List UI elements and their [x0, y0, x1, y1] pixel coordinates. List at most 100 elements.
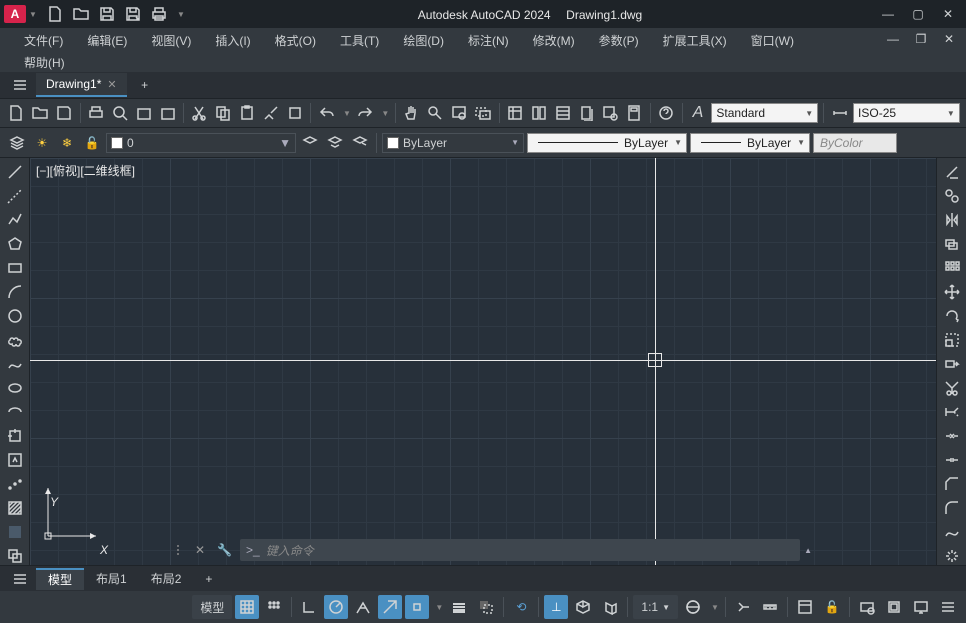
design-center-icon[interactable] [528, 102, 549, 124]
qat-arrow[interactable]: ▼ [176, 5, 186, 23]
layer-on-icon[interactable]: ☀ [31, 132, 53, 154]
explode-icon[interactable] [941, 546, 963, 565]
publish-dwf-icon[interactable] [157, 102, 178, 124]
gradient-icon[interactable] [4, 522, 26, 542]
command-drag-handle[interactable] [175, 539, 187, 561]
anno-scale-button[interactable]: 1:1 ▼ [633, 595, 678, 619]
layer-freeze-icon[interactable]: ❄ [56, 132, 78, 154]
new-icon[interactable] [44, 3, 66, 25]
offset-icon[interactable] [941, 234, 963, 254]
lineweight-combo[interactable]: ByLayer ▼ [690, 133, 810, 153]
doc-close-button[interactable]: ✕ [936, 28, 962, 50]
erase-icon[interactable] [941, 162, 963, 182]
circle-icon[interactable] [4, 306, 26, 326]
menu-view[interactable]: 视图(V) [139, 29, 203, 52]
maximize-button[interactable]: ▢ [904, 3, 932, 25]
lwt-toggle-icon[interactable] [447, 595, 471, 619]
make-block-icon[interactable] [4, 450, 26, 470]
new-file-icon[interactable] [6, 102, 27, 124]
command-config-icon[interactable]: 🔧 [213, 543, 236, 557]
app-logo[interactable]: A [4, 5, 26, 23]
anno-monitor-icon[interactable] [731, 595, 755, 619]
doc-minimize-button[interactable]: — [880, 28, 906, 50]
menu-express[interactable]: 扩展工具(X) [651, 29, 739, 52]
isodraft-icon[interactable] [351, 595, 375, 619]
doc-restore-button[interactable]: ❐ [908, 28, 934, 50]
menu-draw[interactable]: 绘图(D) [391, 29, 456, 52]
rectangle-icon[interactable] [4, 258, 26, 278]
ellipse-arc-icon[interactable] [4, 402, 26, 422]
workspace-arrow[interactable]: ▼ [710, 598, 720, 616]
publish-icon[interactable] [133, 102, 154, 124]
menu-format[interactable]: 格式(O) [263, 29, 328, 52]
app-menu-arrow[interactable]: ▼ [28, 5, 38, 23]
command-history-arrow[interactable]: ▲ [804, 546, 812, 555]
menu-dim[interactable]: 标注(N) [456, 29, 521, 52]
save-file-icon[interactable] [54, 102, 75, 124]
saveas-icon[interactable] [122, 3, 144, 25]
isolate-icon[interactable] [855, 595, 879, 619]
open-file-icon[interactable] [30, 102, 51, 124]
hardware-accel-icon[interactable] [882, 595, 906, 619]
break-icon[interactable] [941, 426, 963, 446]
join-icon[interactable] [941, 450, 963, 470]
move-icon[interactable] [941, 282, 963, 302]
menu-tools[interactable]: 工具(T) [328, 29, 391, 52]
start-tab-button[interactable] [4, 73, 36, 97]
extend-icon[interactable] [941, 402, 963, 422]
layer-combo[interactable]: 0 ▼ [106, 133, 296, 153]
file-tab-close-icon[interactable]: ✕ [107, 78, 116, 91]
zoom-icon[interactable] [425, 102, 446, 124]
layer-iso-icon[interactable] [349, 132, 371, 154]
linetype-combo[interactable]: ByLayer ▼ [527, 133, 687, 153]
color-combo[interactable]: ByLayer ▼ [382, 133, 524, 153]
xline-icon[interactable] [4, 186, 26, 206]
trim-icon[interactable] [941, 378, 963, 398]
block-editor-icon[interactable] [285, 102, 306, 124]
close-button[interactable]: ✕ [934, 3, 962, 25]
undo-icon[interactable] [316, 102, 337, 124]
insert-block-icon[interactable] [4, 426, 26, 446]
viewport-label[interactable]: [−][俯视][二维线框] [36, 162, 135, 179]
modelspace-button[interactable]: 模型 [192, 595, 232, 619]
tool-palettes-icon[interactable] [552, 102, 573, 124]
lock-ui-icon[interactable]: 🔓 [820, 595, 844, 619]
menu-insert[interactable]: 插入(I) [203, 29, 262, 52]
workspace-icon[interactable] [681, 595, 705, 619]
layout-add-button[interactable]: + [193, 568, 224, 590]
3dosnap-icon[interactable] [571, 595, 595, 619]
clean-screen-icon[interactable] [909, 595, 933, 619]
matchprop-icon[interactable] [261, 102, 282, 124]
menu-modify[interactable]: 修改(M) [521, 29, 587, 52]
copy-icon[interactable] [213, 102, 234, 124]
grid-toggle-icon[interactable] [235, 595, 259, 619]
customize-icon[interactable] [936, 595, 960, 619]
drawing-canvas[interactable]: [−][俯视][二维线框] Y X ✕ 🔧 >_ 键入命令 ▲ [30, 158, 936, 565]
properties-icon[interactable] [504, 102, 525, 124]
sheet-set-icon[interactable] [576, 102, 597, 124]
ellipse-icon[interactable] [4, 378, 26, 398]
point-icon[interactable] [4, 474, 26, 494]
ortho-toggle-icon[interactable] [297, 595, 321, 619]
layer-manager-icon[interactable] [6, 132, 28, 154]
dim-style-icon[interactable] [829, 102, 850, 124]
layout-tab-1[interactable]: 布局1 [84, 568, 139, 590]
menu-param[interactable]: 参数(P) [587, 29, 651, 52]
snap-toggle-icon[interactable] [262, 595, 286, 619]
layer-state-icon[interactable] [324, 132, 346, 154]
menu-file[interactable]: 文件(F) [12, 29, 75, 52]
arc-icon[interactable] [4, 282, 26, 302]
layer-lock-icon[interactable]: 🔓 [81, 132, 103, 154]
redo-arrow[interactable]: ▼ [381, 104, 390, 122]
zoom-window-icon[interactable] [449, 102, 470, 124]
calc-icon[interactable] [624, 102, 645, 124]
hatch-icon[interactable] [4, 498, 26, 518]
text-style-icon[interactable]: A [688, 102, 709, 124]
revcloud-icon[interactable] [4, 330, 26, 350]
stretch-icon[interactable] [941, 354, 963, 374]
menu-help[interactable]: 帮助(H) [12, 51, 77, 74]
layout-tab-model[interactable]: 模型 [36, 568, 84, 590]
markup-icon[interactable] [600, 102, 621, 124]
file-tab[interactable]: Drawing1* ✕ [36, 73, 127, 97]
text-style-combo[interactable]: Standard▼ [711, 103, 818, 123]
